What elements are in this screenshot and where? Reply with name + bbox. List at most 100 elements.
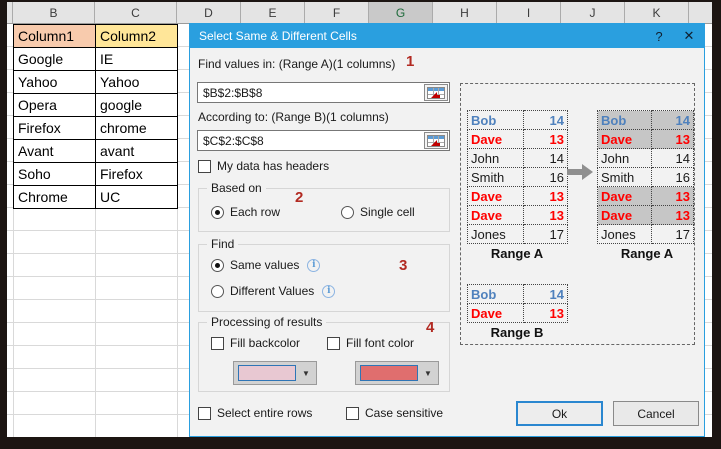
illustration-row: Dave 13 — [467, 186, 568, 206]
cell[interactable]: Soho — [13, 162, 96, 186]
illustration-cell: John — [596, 148, 653, 168]
checkbox-box[interactable] — [327, 336, 340, 350]
processing-of-results-group: Processing of results 4 Fill backcolor F… — [198, 315, 450, 392]
my-data-has-headers-checkbox[interactable]: My data has headers — [198, 159, 329, 173]
cell[interactable]: avant — [95, 139, 178, 163]
based-on-group: Based on 2 Each row Single cell — [198, 181, 450, 232]
radio-button[interactable] — [211, 284, 224, 298]
range-a-before-table: Bob 14 Dave 13 John 14 Smith 16 Dave 13 Dave 13 Jone… — [467, 110, 568, 244]
illustration-row: John 14 — [596, 148, 694, 168]
fill-backcolor-checkbox[interactable]: Fill backcolor — [211, 336, 300, 350]
backcolor-dropdown[interactable]: ▼ — [233, 361, 317, 385]
cell[interactable]: Firefox — [95, 162, 178, 186]
radio-button[interactable] — [341, 205, 354, 219]
chevron-down-icon[interactable]: ▼ — [296, 369, 316, 378]
different-values-radio[interactable]: Different Values i — [211, 284, 336, 298]
illustration-row: Bob 14 — [467, 284, 568, 304]
illustration-cell: 17 — [523, 224, 568, 244]
ok-button[interactable]: Ok — [516, 401, 603, 426]
close-icon[interactable]: ✕ — [674, 28, 704, 44]
illustration-row: Bob 14 — [467, 110, 568, 130]
column-header-i[interactable]: I — [497, 2, 561, 23]
cell[interactable]: chrome — [95, 116, 178, 140]
range-b-label: According to: (Range B)(1 columns) — [198, 110, 389, 124]
illustration-cell: 14 — [651, 110, 694, 130]
illustration-cell: Jones — [467, 224, 524, 244]
case-sensitive-checkbox[interactable]: Case sensitive — [346, 406, 443, 420]
info-icon[interactable]: i — [322, 284, 336, 298]
column-header-d[interactable]: D — [177, 2, 241, 23]
illustration-cell: 17 — [651, 224, 694, 244]
checkbox-box[interactable] — [211, 336, 224, 350]
column-header-j[interactable]: J — [561, 2, 625, 23]
column-header-k[interactable]: K — [625, 2, 689, 23]
range-b-input[interactable]: $C$2:$C$8 — [197, 130, 450, 151]
table-row: Yahoo Yahoo — [13, 70, 178, 94]
checkbox-box[interactable] — [346, 406, 359, 420]
fontcolor-dropdown[interactable]: ▼ — [355, 361, 439, 385]
illustration-cell: Dave — [467, 186, 524, 206]
cell[interactable]: Firefox — [13, 116, 96, 140]
range-b-caption: Range B — [490, 325, 544, 340]
table-row: Firefox chrome — [13, 116, 178, 140]
help-button[interactable]: ? — [644, 29, 674, 44]
table-row: Google IE — [13, 47, 178, 71]
header-cell[interactable]: Column1 — [13, 24, 96, 48]
checkbox-box[interactable] — [198, 406, 211, 420]
range-a-value[interactable]: $B$2:$B$8 — [198, 86, 424, 100]
step-1-annotation: 1 — [406, 53, 415, 70]
single-cell-radio[interactable]: Single cell — [341, 205, 415, 219]
illustration-row: Smith 16 — [467, 167, 568, 187]
illustration-cell: Dave — [467, 129, 524, 149]
illustration-cell: John — [467, 148, 524, 168]
radio-button[interactable] — [211, 205, 224, 219]
illustration-cell: Dave — [596, 186, 653, 206]
cell[interactable]: IE — [95, 47, 178, 71]
range-picker-icon[interactable] — [424, 84, 448, 101]
illustration-cell: Smith — [596, 167, 653, 187]
cell[interactable]: Avant — [13, 139, 96, 163]
column-header-g[interactable]: G — [369, 2, 433, 23]
cell[interactable]: Opera — [13, 93, 96, 117]
cell[interactable]: UC — [95, 185, 178, 209]
column-header-f[interactable]: F — [305, 2, 369, 23]
step-3-annotation: 3 — [399, 257, 408, 274]
data-table: Column1 Column2 Google IE Yahoo Yahoo Opera goo… — [13, 24, 178, 209]
illustration-cell: 14 — [523, 110, 568, 130]
column-header-e[interactable]: E — [241, 2, 305, 23]
illustration-cell: 16 — [651, 167, 694, 187]
checkbox-box[interactable] — [198, 159, 211, 173]
column-header-filler — [689, 2, 712, 23]
column-header-b[interactable]: B — [13, 2, 95, 23]
fill-font-color-checkbox[interactable]: Fill font color — [327, 336, 414, 350]
info-icon[interactable]: i — [307, 258, 321, 272]
select-entire-rows-checkbox[interactable]: Select entire rows — [198, 406, 312, 420]
each-row-radio[interactable]: Each row — [211, 205, 280, 219]
column-header-c[interactable]: C — [95, 2, 177, 23]
range-b-value[interactable]: $C$2:$C$8 — [198, 134, 424, 148]
range-a-input[interactable]: $B$2:$B$8 — [197, 82, 450, 103]
radio-button[interactable] — [211, 258, 224, 272]
checkbox-label: My data has headers — [217, 159, 330, 173]
cell[interactable]: Chrome — [13, 185, 96, 209]
chevron-down-icon[interactable]: ▼ — [418, 369, 438, 378]
processing-legend: Processing of results — [207, 315, 327, 329]
illustration-cell: Dave — [467, 303, 524, 323]
column-header-h[interactable]: H — [433, 2, 497, 23]
illustration-cell: 14 — [651, 148, 694, 168]
illustration-cell: 13 — [523, 303, 568, 323]
cell[interactable]: Yahoo — [95, 70, 178, 94]
cell[interactable]: Yahoo — [13, 70, 96, 94]
illustration-cell: 13 — [523, 186, 568, 206]
range-a-label: Find values in: (Range A)(1 columns) — [198, 57, 396, 71]
dialog-body: Find values in: (Range A)(1 columns) 1 $… — [190, 48, 704, 436]
range-picker-icon[interactable] — [424, 132, 448, 149]
cell[interactable]: google — [95, 93, 178, 117]
screenshot-canvas: BCDEFGHIJK Column1 Column2 Google IE Yahoo Ya… — [0, 0, 721, 449]
cancel-button[interactable]: Cancel — [613, 401, 699, 426]
dialog-titlebar[interactable]: Select Same & Different Cells ? ✕ — [190, 24, 704, 48]
illustration-cell: 13 — [651, 129, 694, 149]
same-values-radio[interactable]: Same values i — [211, 258, 321, 272]
header-cell[interactable]: Column2 — [95, 24, 178, 48]
cell[interactable]: Google — [13, 47, 96, 71]
